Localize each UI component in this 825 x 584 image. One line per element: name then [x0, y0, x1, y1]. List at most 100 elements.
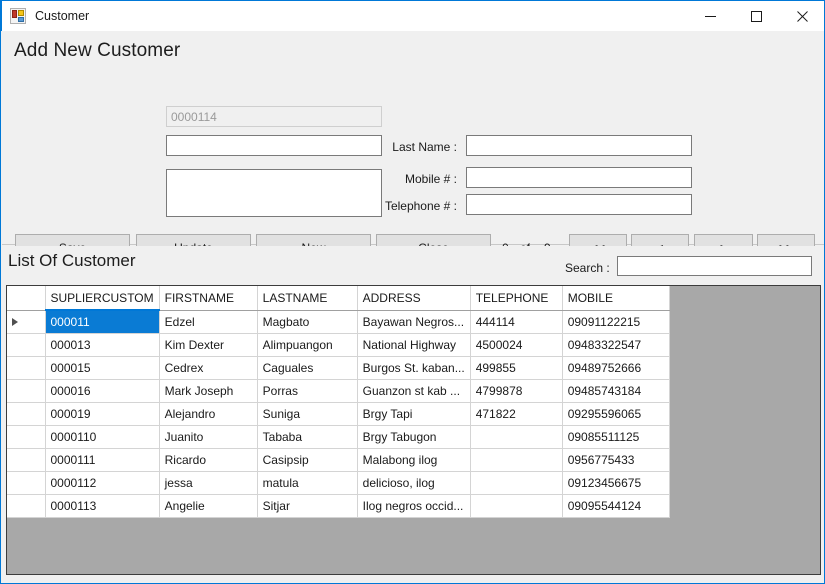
table-row[interactable]: 000015 Cedrex Caguales Burgos St. kaban... 4… [7, 356, 670, 380]
status-strip [2, 577, 824, 583]
cell-lastname[interactable]: Caguales [257, 356, 358, 380]
table-row[interactable]: 0000113 Angelie Sitjar Ilog negros occid...… [7, 494, 670, 518]
cell-mobile[interactable]: 09295596065 [562, 402, 670, 426]
row-selector[interactable] [7, 310, 46, 334]
telephone-label: Telephone # : [384, 199, 457, 213]
column-header-address[interactable]: ADDRESS [357, 286, 471, 311]
cell-address[interactable]: Brgy Tapi [357, 402, 471, 426]
cell-mobile[interactable]: 09091122215 [562, 310, 670, 334]
customer-window: Customer Add New Customer Customer Id : … [0, 0, 825, 584]
cell-firstname[interactable]: Cedrex [159, 356, 258, 380]
cell-address[interactable]: Bayawan Negros... [357, 310, 471, 334]
cell-lastname[interactable]: Magbato [257, 310, 358, 334]
cell-telephone[interactable] [470, 494, 563, 518]
window-title: Customer [35, 8, 90, 23]
customer-id-input[interactable] [166, 106, 382, 127]
cell-supliercustom[interactable]: 0000110 [45, 425, 160, 449]
current-row-arrow-icon [12, 318, 18, 327]
cell-mobile[interactable]: 09485743184 [562, 379, 670, 403]
row-header-corner [7, 286, 46, 311]
cell-telephone[interactable] [470, 448, 563, 472]
table-row[interactable]: 000013 Kim Dexter Alimpuangon National High… [7, 333, 670, 357]
cell-mobile[interactable]: 09085511125 [562, 425, 670, 449]
row-selector[interactable] [7, 402, 46, 426]
row-selector[interactable] [7, 333, 46, 357]
cell-address[interactable]: Ilog negros occid... [357, 494, 471, 518]
column-header-firstname[interactable]: FIRSTNAME [159, 286, 258, 311]
telephone-input[interactable] [466, 194, 692, 215]
table-row[interactable]: 0000111 Ricardo Casipsip Malabong ilog 09567… [7, 448, 670, 472]
cell-lastname[interactable]: Tababa [257, 425, 358, 449]
table-row[interactable]: 000019 Alejandro Suniga Brgy Tapi 471822 0929… [7, 402, 670, 426]
cell-address[interactable]: Guanzon st kab ... [357, 379, 471, 403]
cell-supliercustom[interactable]: 000013 [45, 333, 160, 357]
table-row[interactable]: 0000110 Juanito Tababa Brgy Tabugon 09085511… [7, 425, 670, 449]
cell-firstname[interactable]: jessa [159, 471, 258, 495]
cell-firstname[interactable]: Kim Dexter [159, 333, 258, 357]
minimize-icon[interactable] [687, 1, 733, 31]
cell-address[interactable]: National Highway [357, 333, 471, 357]
cell-mobile[interactable]: 0956775433 [562, 448, 670, 472]
cell-firstname[interactable]: Angelie [159, 494, 258, 518]
cell-firstname[interactable]: Edzel [159, 310, 258, 334]
cell-mobile[interactable]: 09483322547 [562, 333, 670, 357]
title-bar: Customer [1, 0, 824, 31]
row-selector[interactable] [7, 379, 46, 403]
cell-address[interactable]: delicioso, ilog [357, 471, 471, 495]
cell-telephone[interactable]: 471822 [470, 402, 563, 426]
row-selector[interactable] [7, 494, 46, 518]
customer-data-grid[interactable]: SUPLIERCUSTOM FIRSTNAME LASTNAME ADDRESS… [6, 285, 821, 575]
customer-table: SUPLIERCUSTOM FIRSTNAME LASTNAME ADDRESS… [7, 286, 670, 518]
table-row[interactable]: 000011 Edzel Magbato Bayawan Negros... 44411… [7, 310, 670, 334]
cell-address[interactable]: Burgos St. kaban... [357, 356, 471, 380]
column-header-mobile[interactable]: MOBILE [562, 286, 670, 311]
maximize-icon[interactable] [733, 1, 779, 31]
cell-telephone[interactable] [470, 471, 563, 495]
cell-lastname[interactable]: Porras [257, 379, 358, 403]
column-header-telephone[interactable]: TELEPHONE [470, 286, 563, 311]
cell-firstname[interactable]: Mark Joseph [159, 379, 258, 403]
cell-telephone[interactable]: 444114 [470, 310, 563, 334]
cell-telephone[interactable] [470, 425, 563, 449]
cell-telephone[interactable]: 499855 [470, 356, 563, 380]
close-icon[interactable] [779, 1, 824, 31]
row-selector[interactable] [7, 471, 46, 495]
cell-firstname[interactable]: Ricardo [159, 448, 258, 472]
cell-supliercustom[interactable]: 0000113 [45, 494, 160, 518]
mobile-label: Mobile # : [404, 172, 457, 186]
cell-mobile[interactable]: 09095544124 [562, 494, 670, 518]
cell-supliercustom[interactable]: 0000112 [45, 471, 160, 495]
cell-firstname[interactable]: Alejandro [159, 402, 258, 426]
table-body: 000011 Edzel Magbato Bayawan Negros... 44411… [7, 310, 670, 518]
cell-supliercustom[interactable]: 000016 [45, 379, 160, 403]
cell-address[interactable]: Malabong ilog [357, 448, 471, 472]
row-selector[interactable] [7, 356, 46, 380]
cell-lastname[interactable]: Casipsip [257, 448, 358, 472]
cell-lastname[interactable]: Suniga [257, 402, 358, 426]
last-name-input[interactable] [466, 135, 692, 156]
mobile-input[interactable] [466, 167, 692, 188]
cell-lastname[interactable]: matula [257, 471, 358, 495]
cell-supliercustom[interactable]: 0000111 [45, 448, 160, 472]
cell-mobile[interactable]: 09123456675 [562, 471, 670, 495]
cell-telephone[interactable]: 4500024 [470, 333, 563, 357]
cell-mobile[interactable]: 09489752666 [562, 356, 670, 380]
page-title: Add New Customer [14, 40, 181, 61]
cell-lastname[interactable]: Sitjar [257, 494, 358, 518]
cell-supliercustom[interactable]: 000011 [45, 310, 160, 334]
table-row[interactable]: 000016 Mark Joseph Porras Guanzon st kab ..… [7, 379, 670, 403]
row-selector[interactable] [7, 448, 46, 472]
cell-supliercustom[interactable]: 000019 [45, 402, 160, 426]
row-selector[interactable] [7, 425, 46, 449]
cell-supliercustom[interactable]: 000015 [45, 356, 160, 380]
column-header-lastname[interactable]: LASTNAME [257, 286, 358, 311]
cell-telephone[interactable]: 4799878 [470, 379, 563, 403]
column-header-supliercustom[interactable]: SUPLIERCUSTOM [45, 286, 160, 311]
cell-address[interactable]: Brgy Tabugon [357, 425, 471, 449]
cell-firstname[interactable]: Juanito [159, 425, 258, 449]
window-controls [687, 1, 824, 31]
table-header-row: SUPLIERCUSTOM FIRSTNAME LASTNAME ADDRESS… [7, 286, 670, 311]
search-input[interactable] [617, 256, 812, 276]
cell-lastname[interactable]: Alimpuangon [257, 333, 358, 357]
table-row[interactable]: 0000112 jessa matula delicioso, ilog 0912345… [7, 471, 670, 495]
